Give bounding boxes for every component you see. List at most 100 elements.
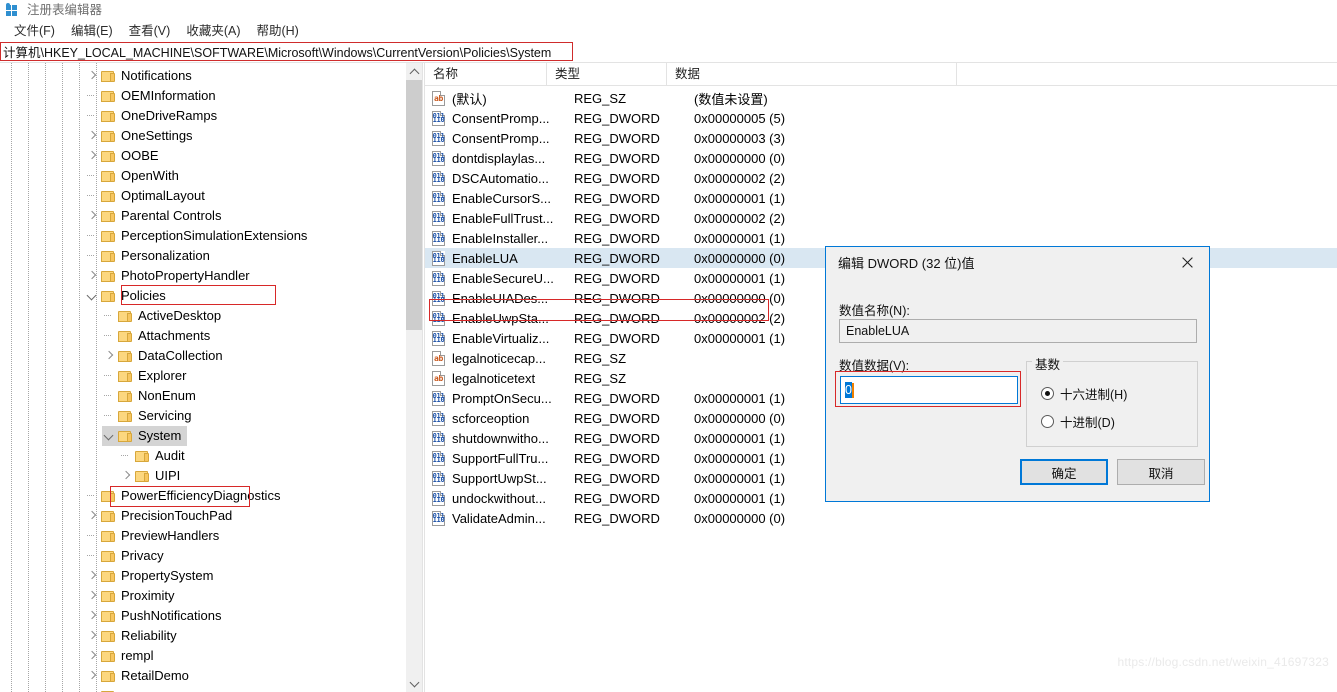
radio-decimal[interactable]: 十进制(D) — [1041, 412, 1115, 431]
tree-item-previewhandlers[interactable]: PreviewHandlers — [0, 526, 422, 546]
tree-item-label: PerceptionSimulationExtensions — [121, 226, 307, 246]
column-header-data[interactable]: 数据 — [667, 63, 957, 85]
menu-bar: 文件(F)编辑(E)查看(V)收藏夹(A)帮助(H) — [0, 20, 1337, 42]
tree-item-pushnotifications[interactable]: PushNotifications — [0, 606, 422, 626]
column-header-type[interactable]: 类型 — [547, 63, 667, 85]
scroll-up-arrow-icon[interactable] — [406, 63, 422, 80]
menu-item-0[interactable]: 文件(F) — [6, 21, 63, 41]
menu-item-1[interactable]: 编辑(E) — [63, 21, 121, 41]
table-row[interactable]: 011110EnableFullTrust...REG_DWORD0x00000… — [425, 208, 1337, 228]
tree-item-label: Personalization — [121, 246, 210, 266]
table-row[interactable]: 011110EnableCursorS...REG_DWORD0x0000000… — [425, 188, 1337, 208]
chevron-right-icon[interactable] — [85, 666, 101, 686]
table-row[interactable]: 011110ValidateAdmin...REG_DWORD0x0000000… — [425, 508, 1337, 528]
chevron-right-icon[interactable] — [119, 466, 135, 486]
value-data-text: 0 — [845, 382, 852, 398]
chevron-right-icon[interactable] — [85, 206, 101, 226]
dword-value-icon: 011110 — [431, 331, 447, 346]
tree-item-explorer[interactable]: Explorer — [0, 366, 422, 386]
chevron-right-icon[interactable] — [85, 126, 101, 146]
tree-item-notifications[interactable]: Notifications — [0, 66, 422, 86]
tree-item-label: System — [138, 426, 181, 446]
tree-item-propertysystem[interactable]: PropertySystem — [0, 566, 422, 586]
chevron-right-icon[interactable] — [85, 566, 101, 586]
table-row[interactable]: 011110dontdisplaylas...REG_DWORD0x000000… — [425, 148, 1337, 168]
menu-item-4[interactable]: 帮助(H) — [248, 21, 306, 41]
tree-item-photopropertyhandler[interactable]: PhotoPropertyHandler — [0, 266, 422, 286]
chevron-right-icon[interactable] — [85, 66, 101, 86]
tree-item-system[interactable]: System — [0, 426, 422, 446]
tree-item-audit[interactable]: Audit — [0, 446, 422, 466]
tree-item-rempl[interactable]: rempl — [0, 646, 422, 666]
ok-button[interactable]: 确定 — [1020, 459, 1108, 485]
tree-item-openwith[interactable]: OpenWith — [0, 166, 422, 186]
radio-hexadecimal[interactable]: 十六进制(H) — [1041, 384, 1127, 403]
tree-item-onedriveramps[interactable]: OneDriveRamps — [0, 106, 422, 126]
tree-item-powerefficiencydiagnostics[interactable]: PowerEfficiencyDiagnostics — [0, 486, 422, 506]
table-row[interactable]: 011110EnableInstaller...REG_DWORD0x00000… — [425, 228, 1337, 248]
cell-type: REG_DWORD — [574, 311, 694, 326]
chevron-right-icon[interactable] — [85, 646, 101, 666]
cell-name: shutdownwitho... — [452, 431, 574, 446]
value-name-input[interactable]: EnableLUA — [839, 319, 1197, 343]
tree-item-label: Servicing — [138, 406, 191, 426]
tree-item-privacy[interactable]: Privacy — [0, 546, 422, 566]
folder-icon — [101, 290, 116, 303]
dword-value-icon: 011110 — [431, 151, 447, 166]
tree-item-retaildemo[interactable]: RetailDemo — [0, 666, 422, 686]
annotation-box-value-data: 0 — [835, 371, 1021, 407]
tree-item-blank[interactable] — [0, 686, 422, 692]
address-bar[interactable]: 计算机\HKEY_LOCAL_MACHINE\SOFTWARE\Microsof… — [0, 42, 573, 61]
cell-data: 0x00000002 (2) — [694, 171, 984, 186]
chevron-down-icon[interactable] — [102, 426, 118, 446]
chevron-right-icon[interactable] — [102, 346, 118, 366]
tree-scrollbar-thumb[interactable] — [406, 80, 422, 330]
tree-item-uipi[interactable]: UIPI — [0, 466, 422, 486]
tree-item-proximity[interactable]: Proximity — [0, 586, 422, 606]
table-row[interactable]: 011110ConsentPromp...REG_DWORD0x00000005… — [425, 108, 1337, 128]
menu-item-3[interactable]: 收藏夹(A) — [178, 21, 248, 41]
folder-icon — [101, 210, 116, 223]
tree-item-nonenum[interactable]: NonEnum — [0, 386, 422, 406]
menu-item-2[interactable]: 查看(V) — [121, 21, 179, 41]
table-row[interactable]: 011110DSCAutomatio...REG_DWORD0x00000002… — [425, 168, 1337, 188]
cancel-button[interactable]: 取消 — [1117, 459, 1205, 485]
close-icon[interactable] — [1165, 247, 1209, 277]
tree-item-perceptionsimulationextensions[interactable]: PerceptionSimulationExtensions — [0, 226, 422, 246]
chevron-right-icon[interactable] — [85, 146, 101, 166]
chevron-right-icon[interactable] — [85, 626, 101, 646]
column-header-name[interactable]: 名称 — [425, 63, 547, 85]
tree-item-datacollection[interactable]: DataCollection — [0, 346, 422, 366]
table-row[interactable]: ab(默认)REG_SZ(数值未设置) — [425, 88, 1337, 108]
tree-item-personalization[interactable]: Personalization — [0, 246, 422, 266]
chevron-right-icon[interactable] — [85, 606, 101, 626]
tree-item-attachments[interactable]: Attachments — [0, 326, 422, 346]
cell-name: PromptOnSecu... — [452, 391, 574, 406]
scroll-down-arrow-icon[interactable] — [406, 675, 422, 692]
cell-name: EnableSecureU... — [452, 271, 574, 286]
folder-icon — [101, 490, 116, 503]
tree-item-reliability[interactable]: Reliability — [0, 626, 422, 646]
tree-item-activedesktop[interactable]: ActiveDesktop — [0, 306, 422, 326]
tree-item-servicing[interactable]: Servicing — [0, 406, 422, 426]
cell-type: REG_DWORD — [574, 251, 694, 266]
tree-item-optimallayout[interactable]: OptimalLayout — [0, 186, 422, 206]
chevron-right-icon[interactable] — [85, 506, 101, 526]
table-row[interactable]: 011110ConsentPromp...REG_DWORD0x00000003… — [425, 128, 1337, 148]
folder-icon — [101, 530, 116, 543]
cell-name: (默认) — [452, 89, 574, 108]
cell-type: REG_DWORD — [574, 331, 694, 346]
cell-type: REG_DWORD — [574, 411, 694, 426]
cell-data: 0x00000002 (2) — [694, 211, 984, 226]
tree-vertical-scrollbar[interactable] — [405, 63, 422, 692]
tree-item-onesettings[interactable]: OneSettings — [0, 126, 422, 146]
tree-item-parental-controls[interactable]: Parental Controls — [0, 206, 422, 226]
chevron-right-icon[interactable] — [85, 266, 101, 286]
tree-item-oeminformation[interactable]: OEMInformation — [0, 86, 422, 106]
tree-item-policies[interactable]: Policies — [0, 286, 422, 306]
chevron-down-icon[interactable] — [85, 286, 101, 306]
chevron-right-icon[interactable] — [85, 586, 101, 606]
tree-item-oobe[interactable]: OOBE — [0, 146, 422, 166]
value-data-input[interactable]: 0 — [840, 376, 1018, 404]
tree-item-precisiontouchpad[interactable]: PrecisionTouchPad — [0, 506, 422, 526]
